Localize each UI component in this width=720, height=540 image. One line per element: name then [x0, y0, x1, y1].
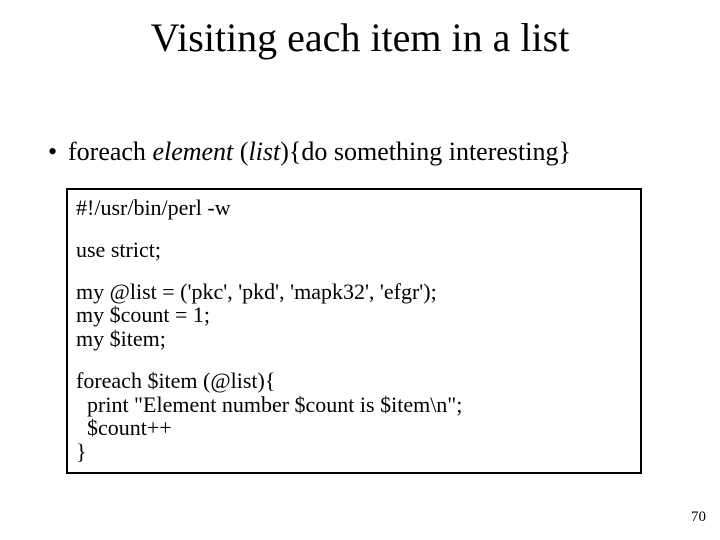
bullet-text-italic-element: element	[152, 137, 233, 166]
code-line-7: print "Element number $count is $item\n"…	[76, 393, 632, 417]
code-line-6: foreach $item (@list){	[76, 369, 632, 393]
code-gap	[76, 351, 632, 369]
code-line-4: my $count = 1;	[76, 303, 632, 327]
code-box: #!/usr/bin/perl -w use strict; my @list …	[66, 188, 642, 474]
bullet-text-italic-list: list	[248, 137, 280, 166]
code-line-3: my @list = ('pkc', 'pkd', 'mapk32', 'efg…	[76, 280, 632, 304]
bullet-text-prefix: foreach	[68, 137, 152, 166]
slide: Visiting each item in a list •foreach el…	[0, 0, 720, 540]
code-line-8: $count++	[76, 416, 632, 440]
code-gap	[76, 262, 632, 280]
page-number: 70	[691, 509, 706, 526]
bullet-marker: •	[48, 138, 68, 167]
code-line-5: my $item;	[76, 327, 632, 351]
bullet-item: •foreach element (list){do something int…	[48, 138, 571, 167]
code-line-2: use strict;	[76, 238, 632, 262]
code-line-1: #!/usr/bin/perl -w	[76, 196, 632, 220]
code-line-9: }	[76, 440, 632, 464]
bullet-text-suffix: ){do something interesting}	[280, 137, 571, 166]
slide-title: Visiting each item in a list	[0, 14, 720, 61]
code-gap	[76, 220, 632, 238]
bullet-text-mid: (	[233, 137, 248, 166]
